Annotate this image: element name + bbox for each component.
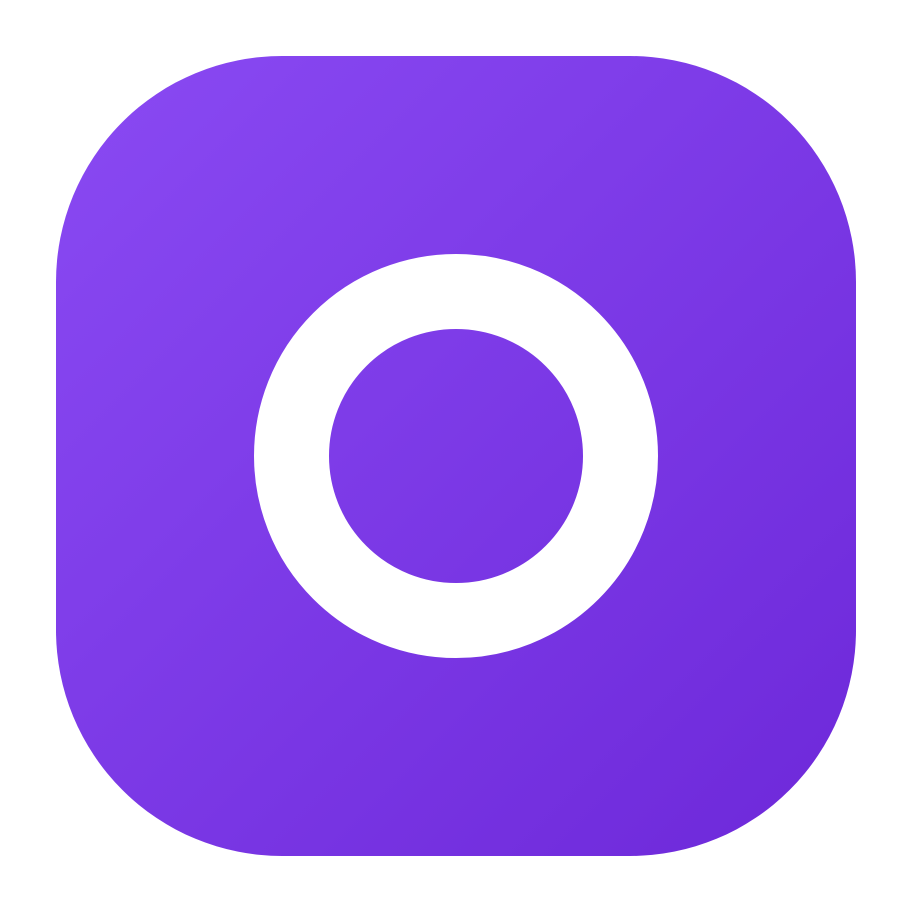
icon-background [56,56,856,856]
icon-canvas [0,0,912,912]
ring-icon [56,56,856,856]
app-icon-tile[interactable] [56,56,856,856]
